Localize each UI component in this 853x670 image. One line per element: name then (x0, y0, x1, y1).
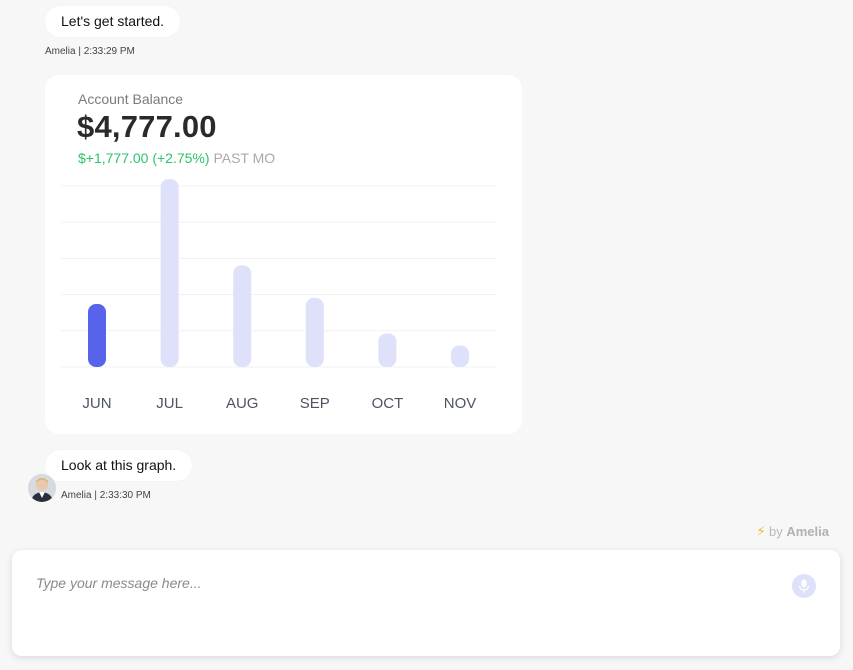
chart-tick-label: JUN (82, 395, 111, 412)
message-composer (12, 550, 840, 656)
chart-tick-label: JUL (156, 395, 183, 412)
message-meta: Amelia | 2:33:29 PM (45, 46, 135, 57)
sender-name: Amelia (45, 46, 76, 57)
message-bubble: Let's get started. (45, 6, 181, 37)
chart-bar-jul[interactable] (160, 179, 179, 367)
lightning-icon: ⚡ (756, 523, 766, 539)
microphone-button[interactable] (792, 574, 816, 598)
chart-bar-aug[interactable] (233, 265, 252, 367)
message-time: 2:33:29 PM (83, 46, 135, 57)
message-time: 2:33:30 PM (99, 490, 151, 501)
account-balance-card: Account Balance $4,777.00 $+1,777.00 (+2… (45, 75, 522, 434)
chart-bar-sep[interactable] (305, 297, 324, 367)
message-text: Look at this graph. (61, 457, 177, 473)
user-avatar (28, 474, 56, 502)
balance-bar-chart: JUN JUL AUG SEP OCT NOV (61, 179, 496, 412)
message-text: Let's get started. (61, 13, 165, 29)
chart-tick-label: SEP (300, 395, 330, 412)
chart-tick-label: AUG (226, 395, 259, 412)
chart-bar-nov[interactable] (451, 345, 469, 367)
microphone-icon (798, 579, 810, 593)
sender-name: Amelia (61, 490, 92, 501)
powered-prefix: by (769, 524, 783, 539)
meta-separator: | (75, 46, 84, 57)
message-bubble: Look at this graph. (45, 450, 193, 481)
powered-brand: Amelia (786, 524, 829, 539)
chart-bar-oct[interactable] (378, 333, 397, 367)
chart-tick-label: OCT (372, 395, 404, 412)
chart-tick-label: NOV (444, 395, 477, 412)
message-input[interactable] (36, 572, 756, 594)
meta-separator: | (91, 490, 100, 501)
message-meta: Amelia | 2:33:30 PM (61, 490, 151, 501)
powered-by: ⚡ by Amelia (756, 523, 829, 540)
chart-bar-jun[interactable] (88, 303, 106, 367)
